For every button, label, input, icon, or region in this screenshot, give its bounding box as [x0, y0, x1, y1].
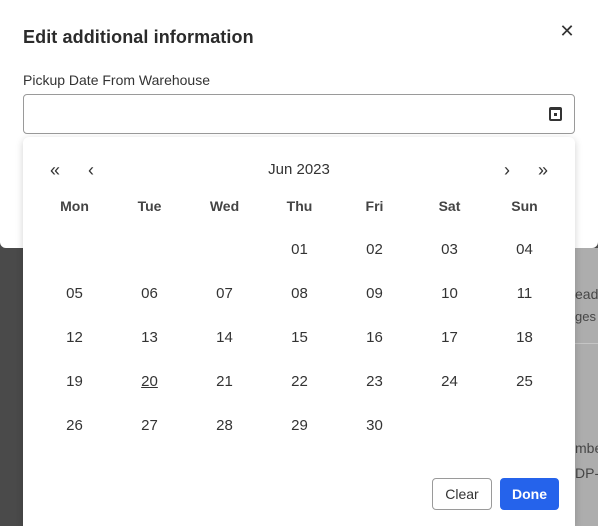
weekday-label: Tue [137, 198, 162, 214]
calendar-day[interactable]: 25 [487, 367, 562, 397]
background-divider [575, 343, 598, 344]
calendar-week-row: 05 06 07 08 09 10 11 [37, 279, 562, 323]
pickup-date-label: Pickup Date From Warehouse [23, 72, 210, 88]
calendar-day[interactable]: 30 [337, 411, 412, 441]
done-button[interactable]: Done [500, 478, 559, 510]
calendar-empty-cell [412, 411, 487, 441]
weekday-label: Sun [511, 198, 538, 214]
calendar-day[interactable]: 22 [262, 367, 337, 397]
calendar-day[interactable]: 08 [262, 279, 337, 309]
calendar-day[interactable]: 10 [412, 279, 487, 309]
day-grid: 01 02 03 04 05 06 07 08 09 10 11 12 13 14 15 16 17 18 19 20… [37, 235, 562, 455]
calendar-day[interactable]: 06 [112, 279, 187, 309]
calendar-day[interactable]: 19 [37, 367, 112, 397]
close-icon: ✕ [559, 20, 575, 41]
calendar-day[interactable]: 24 [412, 367, 487, 397]
calendar-day[interactable]: 18 [487, 323, 562, 353]
background-fragment: DP- [575, 465, 598, 481]
weekday-label: Mon [60, 198, 89, 214]
calendar-day-today[interactable]: 20 [112, 367, 187, 397]
calendar-day[interactable]: 05 [37, 279, 112, 309]
weekday-label: Wed [209, 198, 240, 214]
calendar-day[interactable]: 26 [37, 411, 112, 441]
calendar-day[interactable]: 17 [412, 323, 487, 353]
calendar-day[interactable]: 23 [337, 367, 412, 397]
clear-button[interactable]: Clear [432, 478, 492, 510]
next-year-button[interactable]: » [531, 159, 555, 181]
background-fragment: mbe [575, 440, 598, 456]
modal-title: Edit additional information [23, 27, 254, 47]
calendar-empty-cell [112, 235, 187, 265]
weekday-label: Sat [438, 198, 461, 214]
calendar-day[interactable]: 27 [112, 411, 187, 441]
calendar-day[interactable]: 15 [262, 323, 337, 353]
calendar-day[interactable]: 02 [337, 235, 412, 265]
calendar-empty-cell [37, 235, 112, 265]
date-picker-calendar: « ‹ Jun 2023 › » Mon Tue Wed Thu Fri Sat… [23, 137, 575, 526]
weekday-header: Mon Tue Wed Thu Fri Sat Sun [37, 198, 562, 214]
weekday-label: Fri [365, 198, 384, 214]
calendar-empty-cell [187, 235, 262, 265]
calendar-day[interactable]: 16 [337, 323, 412, 353]
calendar-day[interactable]: 09 [337, 279, 412, 309]
calendar-day[interactable]: 21 [187, 367, 262, 397]
calendar-week-row: 26 27 28 29 30 [37, 411, 562, 455]
weekday-label: Thu [286, 198, 313, 214]
calendar-day[interactable]: 11 [487, 279, 562, 309]
month-year-label[interactable]: Jun 2023 [23, 161, 575, 178]
next-month-button[interactable]: › [495, 159, 519, 181]
calendar-day[interactable]: 13 [112, 323, 187, 353]
pickup-date-input[interactable] [23, 94, 575, 134]
calendar-day[interactable]: 29 [262, 411, 337, 441]
calendar-day[interactable]: 07 [187, 279, 262, 309]
calendar-day[interactable]: 01 [262, 235, 337, 265]
calendar-day[interactable]: 28 [187, 411, 262, 441]
close-button[interactable]: ✕ [556, 20, 578, 42]
calendar-day[interactable]: 14 [187, 323, 262, 353]
background-fragment: ead [575, 286, 598, 302]
calendar-week-row: 12 13 14 15 16 17 18 [37, 323, 562, 367]
calendar-day[interactable]: 04 [487, 235, 562, 265]
calendar-day[interactable]: 12 [37, 323, 112, 353]
calendar-week-row: 19 20 21 22 23 24 25 [37, 367, 562, 411]
calendar-week-row: 01 02 03 04 [37, 235, 562, 279]
calendar-day[interactable]: 03 [412, 235, 487, 265]
calendar-empty-cell [487, 411, 562, 441]
calendar-icon[interactable] [549, 107, 562, 121]
background-fragment: ges [575, 309, 596, 324]
